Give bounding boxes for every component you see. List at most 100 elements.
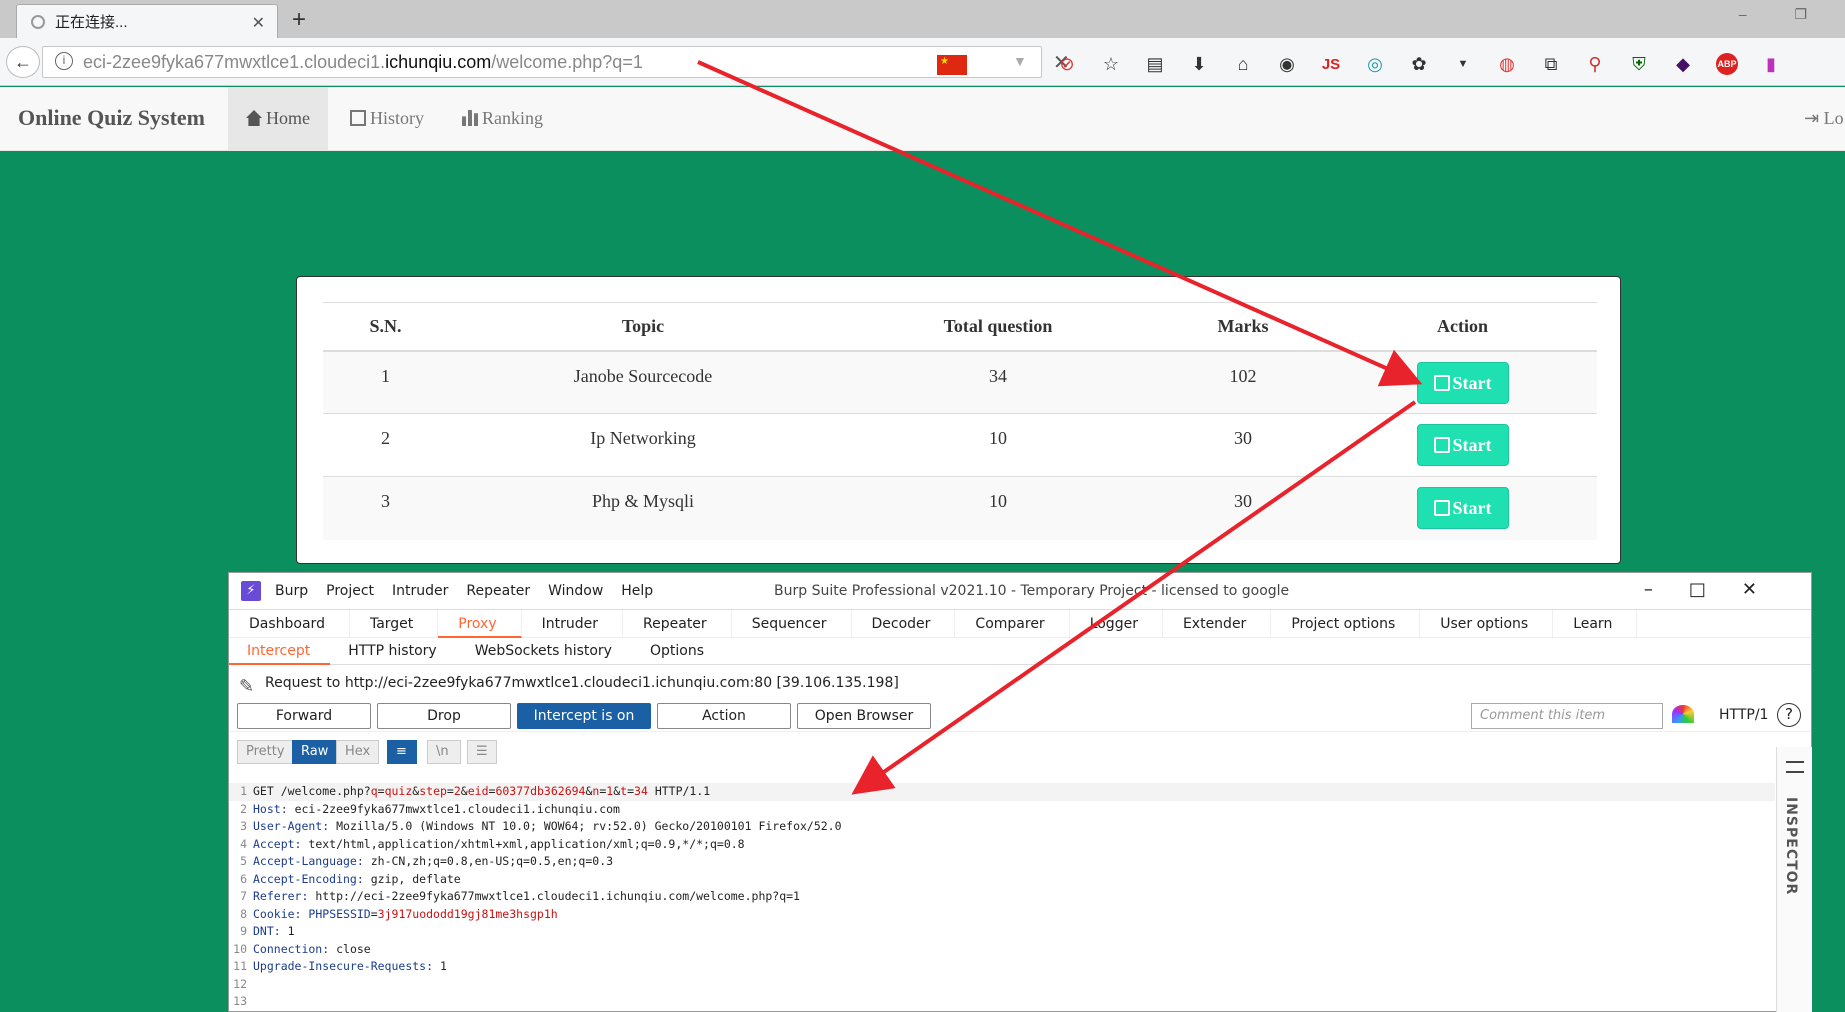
bar-chart-icon [462, 110, 478, 126]
tab-sequencer[interactable]: Sequencer [732, 609, 852, 638]
nav-logout[interactable]: ⇥ Lo [1786, 87, 1844, 150]
help-icon[interactable]: ? [1777, 703, 1801, 727]
tab-repeater[interactable]: Repeater [623, 609, 732, 638]
nav-history-label: History [370, 108, 424, 128]
open-browser-button[interactable]: Open Browser [797, 703, 931, 729]
close-tab-icon[interactable]: ✕ [252, 13, 265, 33]
tab-intruder[interactable]: Intruder [522, 609, 624, 638]
subtab-http-history[interactable]: HTTP history [330, 637, 456, 665]
js-icon[interactable]: JS [1320, 56, 1342, 73]
color-picker-icon[interactable]: ▮ [1760, 54, 1782, 75]
shield-icon[interactable]: ⛨ [1628, 54, 1650, 75]
tab-target[interactable]: Target [350, 609, 439, 638]
tab-comparer[interactable]: Comparer [955, 609, 1070, 638]
logout-icon: ⇥ [1804, 108, 1820, 128]
burp-window-controls[interactable]: –□✕ [1644, 579, 1793, 600]
bookmark-star-icon[interactable]: ☆ [1100, 54, 1122, 75]
table-row: 1 Janobe Sourcecode 34 102 Start [323, 350, 1597, 414]
menu-icon[interactable]: ☰ [467, 740, 497, 764]
browser-tab[interactable]: 正在连接... ✕ [16, 4, 278, 38]
newline-toggle[interactable]: \n [427, 740, 461, 764]
search-icon[interactable]: ⚲ [1584, 54, 1606, 75]
reading-list-icon[interactable]: ▤ [1144, 54, 1166, 75]
subtab-websockets-history[interactable]: WebSockets history [457, 637, 632, 665]
table-row: 2 Ip Networking 10 30 Start [323, 413, 1597, 477]
view-pretty[interactable]: Pretty [237, 740, 294, 764]
extension-icon[interactable]: ⧉ [1540, 54, 1562, 75]
diamond-icon[interactable]: ◆ [1672, 54, 1694, 75]
block-icon[interactable]: ⊘ [1056, 54, 1078, 75]
start-button[interactable]: Start [1416, 424, 1509, 466]
menu-window[interactable]: Window [548, 583, 603, 599]
row-topic: Ip Networking [448, 413, 838, 477]
action-button[interactable]: Action [657, 703, 791, 729]
burp-title-bar: ⚡ Burp Project Intruder Repeater Window … [229, 573, 1811, 609]
start-button[interactable]: Start [1416, 361, 1509, 404]
request-target: Request to http://eci-2zee9fyka677mwxtlc… [265, 675, 899, 691]
info-icon[interactable]: i [55, 52, 73, 70]
menu-burp[interactable]: Burp [275, 583, 308, 599]
tab-project-options[interactable]: Project options [1271, 609, 1421, 638]
menu-project[interactable]: Project [326, 583, 374, 599]
row-sn: 3 [323, 476, 448, 540]
menu-intruder[interactable]: Intruder [392, 583, 448, 599]
nav-ranking[interactable]: Ranking [444, 87, 561, 150]
intercept-toggle-button[interactable]: Intercept is on [517, 703, 651, 729]
tab-dashboard[interactable]: Dashboard [229, 609, 350, 638]
toolbar-icons: ⊘ ☆ ▤ ⬇ ⌂ ◉ JS ◎ ✿ ▼ ◍ ⧉ ⚲ ⛨ ◆ ABP ▮ [1056, 50, 1782, 78]
shield-red-icon[interactable]: ◍ [1496, 54, 1518, 75]
window-controls[interactable]: – ❐ [1739, 6, 1829, 23]
china-flag-icon[interactable]: ★ [937, 55, 967, 75]
palette-icon[interactable]: ✿ [1408, 54, 1430, 75]
chrome-icon[interactable]: ◎ [1364, 54, 1386, 75]
tab-proxy[interactable]: Proxy [438, 609, 522, 638]
menu-help[interactable]: Help [621, 583, 653, 599]
external-link-icon [1433, 437, 1450, 453]
header-action: Action [1328, 302, 1597, 352]
home-icon[interactable]: ⌂ [1232, 54, 1254, 75]
intercept-buttons: Forward Drop Intercept is on Action Open… [229, 701, 1811, 731]
message-view-controls: Pretty Raw Hex ≡ \n ☰ [229, 731, 1811, 765]
menu-repeater[interactable]: Repeater [466, 583, 530, 599]
wrap-icon[interactable]: ≡ [387, 740, 417, 764]
tab-extender[interactable]: Extender [1163, 609, 1272, 638]
request-editor[interactable]: 1 GET /welcome.php?q=quiz&step=2&eid=6037… [229, 783, 1775, 1012]
nav-logout-label: Lo [1823, 108, 1844, 128]
nav-history[interactable]: History [332, 87, 442, 150]
download-icon[interactable]: ⬇ [1188, 54, 1210, 75]
inspector-menu-icon[interactable] [1786, 761, 1804, 773]
tab-learn[interactable]: Learn [1553, 609, 1638, 638]
abp-icon[interactable]: ABP [1716, 53, 1738, 75]
view-hex[interactable]: Hex [336, 740, 380, 764]
start-label: Start [1452, 372, 1492, 393]
comment-input[interactable]: Comment this item [1471, 703, 1663, 729]
row-sn: 2 [323, 413, 448, 477]
subtab-intercept[interactable]: Intercept [229, 637, 331, 665]
browser-tab-bar: 正在连接... ✕ + – ❐ [0, 0, 1845, 38]
row-total: 10 [838, 476, 1158, 540]
tab-logger[interactable]: Logger [1070, 609, 1163, 638]
tab-decoder[interactable]: Decoder [852, 609, 956, 638]
highlight-color-icon[interactable] [1672, 705, 1694, 723]
drop-button[interactable]: Drop [377, 703, 511, 729]
back-button[interactable]: ← [6, 46, 40, 78]
inspector-panel[interactable]: INSPECTOR [1776, 747, 1812, 1012]
new-tab-button[interactable]: + [292, 6, 306, 34]
address-bar[interactable]: i eci-2zee9fyka677mwxtlce1.cloudeci1.ich… [42, 46, 1070, 78]
chevron-down-icon[interactable]: ▼ [1013, 53, 1027, 69]
globe-icon[interactable]: ◉ [1276, 54, 1298, 75]
start-button[interactable]: Start [1416, 487, 1509, 529]
row-action: Start [1328, 413, 1597, 477]
tab-user-options[interactable]: User options [1420, 609, 1554, 638]
http-version-label[interactable]: HTTP/1 [1719, 707, 1768, 723]
site-brand[interactable]: Online Quiz System [18, 105, 205, 131]
forward-button[interactable]: Forward [237, 703, 371, 729]
nav-home[interactable]: Home [228, 87, 328, 150]
dropdown-icon[interactable]: ▼ [1452, 58, 1474, 70]
header-line: 9 DNT: 1 [240, 924, 295, 938]
external-link-icon [1433, 374, 1450, 391]
url-prefix: eci-2zee9fyka677mwxtlce1.cloudeci1. [83, 52, 386, 72]
subtab-options[interactable]: Options [632, 637, 724, 665]
view-raw[interactable]: Raw [292, 740, 338, 764]
site-navbar: Online Quiz System Home History Ranking … [0, 87, 1845, 151]
